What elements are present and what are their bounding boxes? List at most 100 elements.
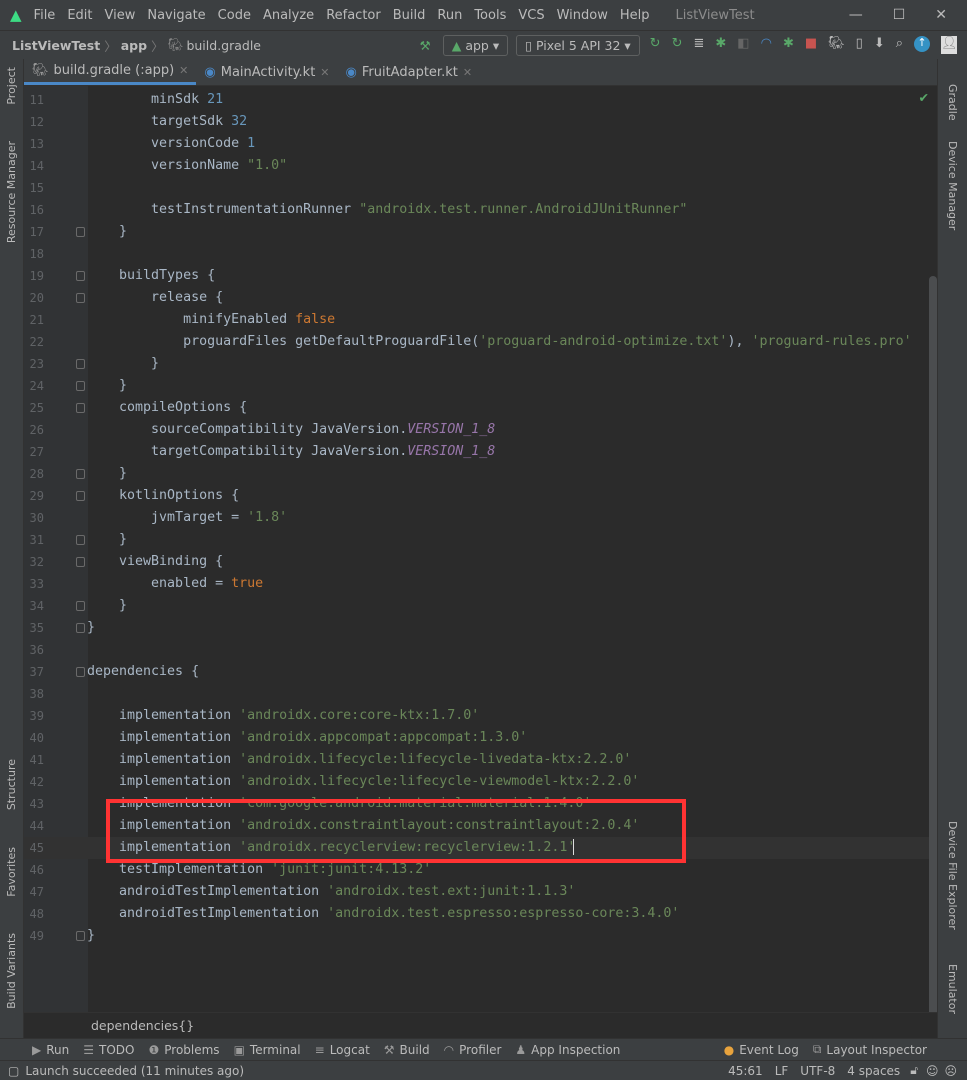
tool-problems[interactable]: ❶ Problems xyxy=(148,1043,219,1057)
menu-file[interactable]: File xyxy=(28,8,62,23)
breadcrumb-project[interactable]: ListViewTest xyxy=(12,38,100,53)
editor-breadcrumb[interactable]: dependencies{} xyxy=(24,1012,937,1039)
maximize-button[interactable]: ☐ xyxy=(893,7,906,23)
minimize-button[interactable]: — xyxy=(849,7,863,23)
fold-marker-icon[interactable] xyxy=(76,601,85,611)
fold-marker-icon[interactable] xyxy=(76,667,85,677)
fold-marker-icon[interactable] xyxy=(76,931,85,941)
search-icon[interactable]: ⌕ xyxy=(896,36,903,54)
fold-marker-icon[interactable] xyxy=(76,469,85,479)
menu-code[interactable]: Code xyxy=(212,8,257,23)
tab-fruitadapter[interactable]: ◉ FruitAdapter.kt ✕ xyxy=(338,59,481,85)
tool-label: Logcat xyxy=(329,1042,370,1057)
panel-emulator[interactable]: Emulator xyxy=(946,964,959,1014)
profile-icon[interactable]: ◠ xyxy=(761,36,772,54)
apply-code-changes-icon[interactable]: ↻ xyxy=(672,36,683,54)
menu-tools[interactable]: Tools xyxy=(468,8,512,23)
tool-run[interactable]: ▶ Run xyxy=(32,1043,69,1057)
fold-marker-icon[interactable] xyxy=(76,381,85,391)
close-tab-icon[interactable]: ✕ xyxy=(463,66,472,79)
close-tab-icon[interactable]: ✕ xyxy=(320,66,329,79)
close-tab-icon[interactable]: ✕ xyxy=(179,64,188,77)
tool-profiler[interactable]: ◠ Profiler xyxy=(444,1043,502,1057)
caret-position[interactable]: 45:61 xyxy=(728,1064,763,1078)
panel-build-variants[interactable]: Build Variants xyxy=(5,933,18,1009)
breadcrumb-module[interactable]: app xyxy=(121,38,147,53)
code-line: 19 buildTypes { xyxy=(24,265,937,287)
account-avatar[interactable]: 👤︎ xyxy=(941,36,958,54)
status-message[interactable]: Launch succeeded (11 minutes ago) xyxy=(25,1064,244,1078)
panel-favorites[interactable]: Favorites xyxy=(5,847,18,897)
fold-marker-icon[interactable] xyxy=(76,359,85,369)
code-line: 42 implementation 'androidx.lifecycle:li… xyxy=(24,771,937,793)
debug-attach-icon[interactable]: ✱ xyxy=(783,36,794,54)
tool-event-log[interactable]: ● Event Log xyxy=(724,1042,799,1057)
panel-device-manager[interactable]: Device Manager xyxy=(946,141,959,230)
tool-logcat[interactable]: ≡ Logcat xyxy=(315,1043,370,1057)
attach-debugger-icon[interactable]: ◧ xyxy=(737,36,749,54)
fold-marker-icon[interactable] xyxy=(76,227,85,237)
vertical-scrollbar[interactable] xyxy=(929,276,937,1066)
fold-marker-icon[interactable] xyxy=(76,271,85,281)
line-number: 11 xyxy=(29,93,44,107)
run-icon: ▶ xyxy=(32,1042,42,1057)
run-config-select[interactable]: ▲ app ▾ xyxy=(442,34,509,56)
code-token: 'androidx.test.espresso:espresso-core:3.… xyxy=(327,906,680,921)
menu-window[interactable]: Window xyxy=(551,8,614,23)
menu-view[interactable]: View xyxy=(99,8,142,23)
code-token: 'androidx.core:core-ktx:1.7.0' xyxy=(239,708,480,723)
code-text: versionName "1.0" xyxy=(87,155,287,177)
gradle-sync-icon[interactable]: 🐘︎ xyxy=(828,36,845,54)
tool-terminal[interactable]: ▣ Terminal xyxy=(234,1043,301,1057)
menu-edit[interactable]: Edit xyxy=(61,8,98,23)
panel-structure[interactable]: Structure xyxy=(5,759,18,810)
stop-icon[interactable]: ■ xyxy=(805,36,817,54)
debug-icon[interactable]: ✱ xyxy=(715,36,726,54)
menu-vcs[interactable]: VCS xyxy=(512,8,550,23)
line-separator[interactable]: LF xyxy=(775,1064,789,1078)
sad-feedback-icon[interactable]: ☹ xyxy=(944,1064,957,1078)
panel-gradle[interactable]: Gradle xyxy=(946,84,959,121)
breadcrumb-file[interactable]: build.gradle xyxy=(186,38,261,53)
line-number: 37 xyxy=(29,665,44,679)
fold-marker-icon[interactable] xyxy=(76,403,85,413)
status-panel-icon[interactable]: ▢ xyxy=(8,1064,19,1078)
fold-marker-icon[interactable] xyxy=(76,535,85,545)
tool-todo[interactable]: ☰ TODO xyxy=(83,1043,134,1057)
device-select[interactable]: ▯ Pixel 5 API 32 ▾ xyxy=(516,34,640,56)
indent-setting[interactable]: 4 spaces xyxy=(847,1064,900,1078)
fold-marker-icon[interactable] xyxy=(76,557,85,567)
update-icon[interactable]: ↑ xyxy=(914,36,930,52)
panel-resource-manager[interactable]: Resource Manager xyxy=(5,141,18,243)
menu-analyze[interactable]: Analyze xyxy=(257,8,320,23)
terminal-icon: ▣ xyxy=(233,1042,245,1057)
code-token: } xyxy=(87,224,128,239)
panel-device-file-explorer[interactable]: Device File Explorer xyxy=(946,821,959,930)
panel-project[interactable]: Project xyxy=(5,67,18,105)
fold-marker-icon[interactable] xyxy=(76,623,85,633)
sdk-manager-icon[interactable]: ⬇ xyxy=(874,36,885,54)
lock-icon[interactable]: 🔓︎ xyxy=(910,1063,918,1078)
sync-icon[interactable]: ≣ xyxy=(693,36,704,54)
tab-mainactivity[interactable]: ◉ MainActivity.kt ✕ xyxy=(196,59,337,85)
avd-manager-icon[interactable]: ▯ xyxy=(856,36,863,54)
fold-marker-icon[interactable] xyxy=(76,491,85,501)
tool-app-inspection[interactable]: ♟ App Inspection xyxy=(515,1043,620,1057)
editor-tabs: 🐘︎ build.gradle (:app) ✕ ◉ MainActivity.kt ✕ ◉… xyxy=(24,59,937,86)
line-number: 32 xyxy=(29,555,44,569)
menu-build[interactable]: Build xyxy=(387,8,432,23)
menu-help[interactable]: Help xyxy=(614,8,656,23)
menu-refactor[interactable]: Refactor xyxy=(320,8,387,23)
apply-changes-icon[interactable]: ↻ xyxy=(650,36,661,54)
tool-build[interactable]: ⚒ Build xyxy=(384,1043,430,1057)
menu-navigate[interactable]: Navigate xyxy=(141,8,211,23)
file-encoding[interactable]: UTF-8 xyxy=(800,1064,835,1078)
code-editor[interactable]: 11 minSdk 21 12 targetSdk 32 13 versionCod… xyxy=(24,86,937,1066)
make-hammer-icon[interactable]: ⚒ xyxy=(419,38,430,53)
tool-layout-inspector[interactable]: ⧉ Layout Inspector xyxy=(813,1042,927,1057)
tab-build[interactable]: 🐘︎ build.gradle (:app) ✕ xyxy=(24,59,197,85)
menu-run[interactable]: Run xyxy=(431,8,468,23)
happy-feedback-icon[interactable]: ☺ xyxy=(926,1064,939,1078)
fold-marker-icon[interactable] xyxy=(76,293,85,303)
close-window-button[interactable]: ✕ xyxy=(935,7,947,23)
